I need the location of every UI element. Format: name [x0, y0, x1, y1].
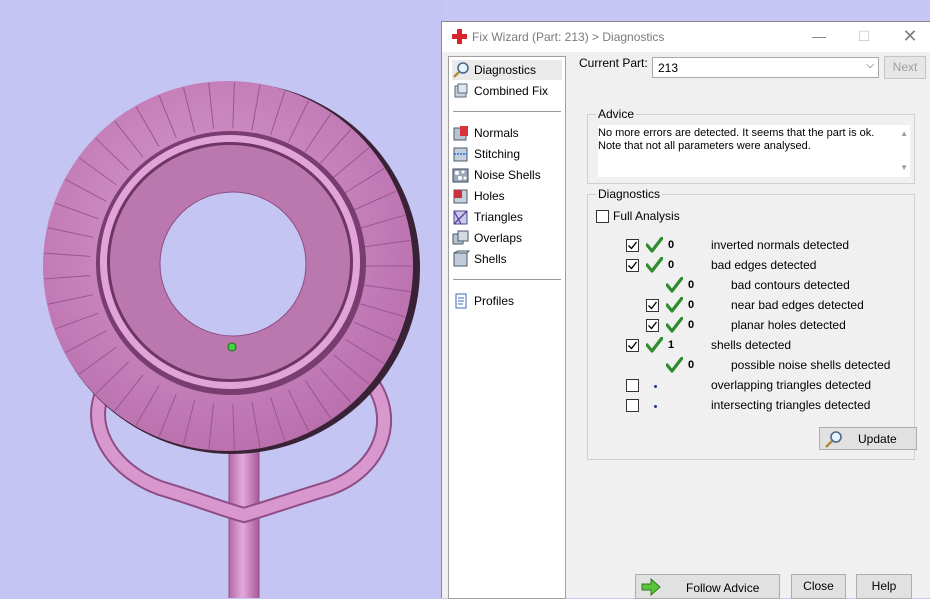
- window-title: Fix Wizard (Part: 213) > Diagnostics: [472, 30, 665, 44]
- sidebar-item-label: Holes: [474, 189, 505, 203]
- diagnostic-label: near bad edges detected: [731, 298, 864, 312]
- close-icon[interactable]: ✕: [888, 22, 930, 52]
- current-part-select[interactable]: 213 ⌵: [652, 57, 879, 78]
- update-label: Update: [858, 432, 897, 446]
- diagnostics-title: Diagnostics: [596, 187, 663, 201]
- diagnostic-count: 0: [668, 239, 675, 251]
- diagnostic-checkbox[interactable]: [646, 299, 659, 312]
- advice-group: Advice No more errors are detected. It s…: [587, 107, 915, 184]
- document-icon: [455, 293, 467, 309]
- sidebar-item-stitching[interactable]: Stitching: [452, 144, 562, 164]
- sidebar-item-label: Normals: [474, 126, 519, 140]
- advice-text: No more errors are detected. It seems th…: [598, 127, 888, 153]
- diagnostic-count: 1: [668, 339, 675, 351]
- title-bar[interactable]: Fix Wizard (Part: 213) > Diagnostics — ☐…: [442, 22, 930, 52]
- sidebar-item-combined-fix[interactable]: Combined Fix: [452, 81, 562, 101]
- update-button[interactable]: Update: [819, 427, 917, 450]
- sidebar-item-label: Stitching: [474, 147, 521, 161]
- stitching-icon: [453, 147, 468, 162]
- diagnostic-checkbox[interactable]: [626, 259, 639, 272]
- triangles-icon: [453, 210, 468, 225]
- diagnostic-checkbox[interactable]: [646, 319, 659, 332]
- green-check-icon: [645, 236, 664, 253]
- minimize-icon[interactable]: —: [797, 22, 841, 52]
- green-check-icon: [665, 296, 684, 313]
- diagnostic-count: 0: [688, 359, 695, 371]
- close-button[interactable]: Close: [791, 574, 846, 599]
- diagnostic-label: bad edges detected: [711, 258, 817, 272]
- scroll-down-icon[interactable]: ▼: [900, 163, 908, 172]
- sidebar-item-label: Triangles: [474, 210, 523, 224]
- diagnostics-group: Diagnostics Full Analysis 0 inverted norm…: [587, 187, 917, 460]
- diagnostic-label: intersecting triangles detected: [711, 398, 871, 412]
- arrow-right-icon: [641, 578, 661, 596]
- diagnostic-label: bad contours detected: [731, 278, 850, 292]
- green-check-icon: [665, 356, 684, 373]
- advice-title: Advice: [596, 107, 637, 121]
- sidebar-divider: [453, 279, 561, 280]
- diagnostic-checkbox[interactable]: [626, 339, 639, 352]
- magnifier-icon: [825, 431, 842, 448]
- diagnostic-checkbox[interactable]: [626, 379, 639, 392]
- green-check-icon: [665, 276, 684, 293]
- sidebar-divider: [453, 111, 561, 112]
- full-analysis-label: Full Analysis: [613, 209, 680, 223]
- holes-icon: [453, 189, 468, 204]
- sidebar-item-label: Overlaps: [474, 231, 523, 245]
- pending-dot-icon: [654, 405, 657, 408]
- sidebar-item-holes[interactable]: Holes: [452, 186, 562, 206]
- help-button[interactable]: Help: [856, 574, 912, 599]
- sidebar-item-normals[interactable]: Normals: [452, 123, 562, 143]
- advice-line-1: No more errors are detected. It seems th…: [598, 127, 875, 139]
- diagnostic-count: 0: [688, 279, 695, 291]
- sidebar-item-label: Diagnostics: [474, 63, 537, 77]
- green-check-icon: [665, 316, 684, 333]
- diagnostic-count: 0: [688, 299, 695, 311]
- sidebar-item-label: Noise Shells: [474, 168, 541, 182]
- red-cross-icon: [452, 29, 467, 44]
- sidebar-item-shells[interactable]: Shells: [452, 249, 562, 269]
- advice-textbox[interactable]: No more errors are detected. It seems th…: [598, 125, 910, 177]
- sidebar-item-diagnostics[interactable]: Diagnostics: [452, 60, 562, 80]
- wizard-sidebar: Diagnostics Combined Fix Normals Stitchi…: [448, 56, 566, 599]
- scroll-up-icon[interactable]: ▲: [900, 129, 908, 138]
- overlaps-icon: [452, 230, 469, 245]
- diagnostic-label: planar holes detected: [731, 318, 846, 332]
- diagnostic-count: 0: [688, 319, 695, 331]
- current-part-value: 213: [658, 61, 679, 75]
- magnifier-icon: [453, 62, 469, 78]
- diagnostic-label: shells detected: [711, 338, 792, 352]
- full-analysis-checkbox[interactable]: [596, 210, 609, 223]
- sidebar-item-label: Shells: [474, 252, 507, 266]
- next-button[interactable]: Next: [884, 56, 926, 79]
- diagnostic-checkbox[interactable]: [626, 239, 639, 252]
- sidebar-item-profiles[interactable]: Profiles: [452, 291, 562, 311]
- follow-advice-button[interactable]: Follow Advice: [635, 574, 780, 599]
- diagnostic-checkbox[interactable]: [626, 399, 639, 412]
- diagnostic-label: inverted normals detected: [711, 238, 850, 252]
- cube-stack-icon: [454, 83, 468, 98]
- follow-advice-label: Follow Advice: [686, 581, 760, 595]
- noise-shells-icon: [452, 168, 469, 183]
- maximize-icon[interactable]: ☐: [842, 22, 886, 52]
- sidebar-item-triangles[interactable]: Triangles: [452, 207, 562, 227]
- fix-wizard-window: Fix Wizard (Part: 213) > Diagnostics — ☐…: [441, 21, 930, 599]
- green-check-icon: [645, 336, 664, 353]
- diagnostic-label: overlapping triangles detected: [711, 378, 872, 392]
- diagnostic-label: possible noise shells detected: [731, 358, 891, 372]
- normals-icon: [453, 126, 468, 141]
- sidebar-item-noise-shells[interactable]: Noise Shells: [452, 165, 562, 185]
- current-part-label: Current Part:: [579, 56, 648, 70]
- shells-icon: [453, 250, 470, 267]
- green-check-icon: [645, 256, 664, 273]
- pending-dot-icon: [654, 385, 657, 388]
- diagnostic-count: 0: [668, 259, 675, 271]
- advice-line-2: Note that not all parameters were analys…: [598, 140, 811, 152]
- chevron-down-icon: ⌵: [866, 60, 874, 71]
- part-model-render: [43, 81, 420, 598]
- sidebar-item-label: Profiles: [474, 294, 515, 308]
- sidebar-item-overlaps[interactable]: Overlaps: [452, 228, 562, 248]
- sidebar-item-label: Combined Fix: [474, 84, 549, 98]
- 3d-viewport[interactable]: [0, 0, 442, 598]
